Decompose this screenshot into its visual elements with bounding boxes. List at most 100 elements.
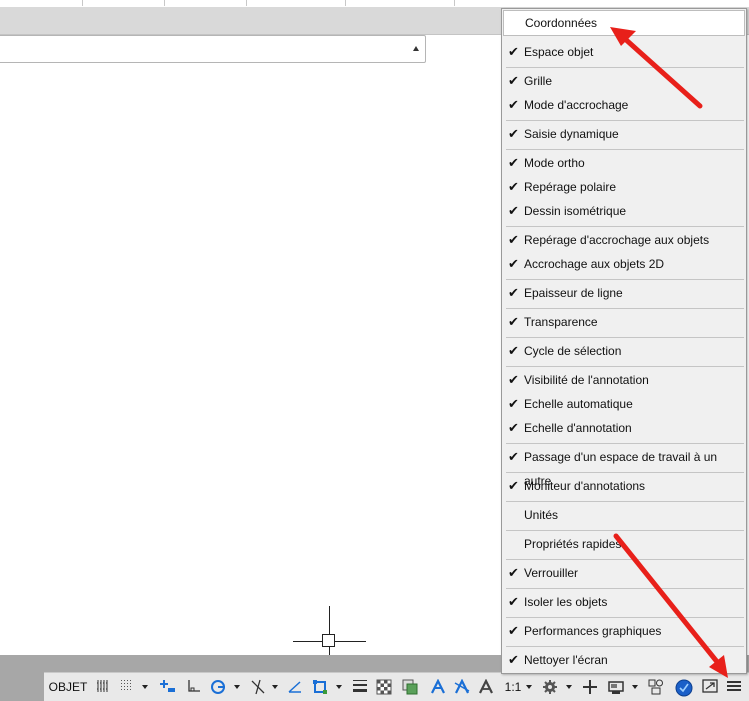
ortho-icon[interactable] bbox=[184, 677, 204, 697]
check-icon: ✔ bbox=[508, 232, 519, 247]
ruler-tick bbox=[454, 0, 455, 6]
chevron-down-icon[interactable] bbox=[272, 685, 278, 689]
check-icon: ✔ bbox=[508, 97, 519, 112]
infer-constraints-icon[interactable] bbox=[158, 677, 178, 697]
check-icon: ✔ bbox=[508, 449, 519, 464]
menu-separator bbox=[506, 67, 744, 68]
crosshair-vertical bbox=[329, 606, 330, 656]
menu-item-graphics-performance[interactable]: ✔ Performances graphiques bbox=[503, 619, 745, 643]
menu-item-label: Verrouiller bbox=[524, 566, 579, 580]
menu-separator bbox=[506, 501, 744, 502]
autoscale-icon[interactable] bbox=[452, 677, 472, 697]
menu-item-autoscale[interactable]: ✔ Echelle automatique bbox=[503, 392, 745, 416]
hardware-acceleration-icon[interactable] bbox=[674, 677, 694, 697]
menu-item-isometric-drafting[interactable]: ✔ Dessin isométrique bbox=[503, 199, 745, 223]
check-icon: ✔ bbox=[508, 623, 519, 638]
chevron-down-icon[interactable] bbox=[142, 685, 148, 689]
check-icon: ✔ bbox=[508, 155, 519, 170]
drawing-area[interactable] bbox=[0, 64, 500, 654]
annotation-visibility-icon[interactable] bbox=[428, 677, 448, 697]
menu-item-label: Isoler les objets bbox=[524, 595, 608, 609]
menu-separator bbox=[506, 472, 744, 473]
check-icon: ✔ bbox=[508, 594, 519, 609]
menu-item-label: Dessin isométrique bbox=[524, 204, 627, 218]
check-icon: ✔ bbox=[508, 396, 519, 411]
menu-item-dynamic-input[interactable]: ✔ Saisie dynamique bbox=[503, 122, 745, 146]
chevron-down-icon[interactable] bbox=[566, 685, 572, 689]
menu-item-label: Coordonnées bbox=[525, 16, 598, 30]
object-snap-tracking-icon[interactable] bbox=[286, 677, 306, 697]
annotation-scale-icon[interactable] bbox=[476, 677, 496, 697]
model-space-button[interactable]: OBJET bbox=[48, 677, 88, 697]
check-icon: ✔ bbox=[508, 420, 519, 435]
menu-item-label: Saisie dynamique bbox=[524, 127, 619, 141]
menu-separator bbox=[506, 443, 744, 444]
menu-item-label: Epaisseur de ligne bbox=[524, 286, 623, 300]
isolate-objects-icon[interactable] bbox=[646, 677, 666, 697]
check-icon: ✔ bbox=[508, 285, 519, 300]
object-snap-icon[interactable] bbox=[310, 677, 330, 697]
menu-item-annotation-scale[interactable]: ✔ Echelle d'annotation bbox=[503, 416, 745, 440]
menu-item-isolate-objects[interactable]: ✔ Isoler les objets bbox=[503, 590, 745, 614]
isodraft-icon[interactable] bbox=[248, 677, 268, 697]
menu-item-label: Visibilité de l'annotation bbox=[524, 373, 649, 387]
menu-item-grid[interactable]: ✔ Grille bbox=[503, 69, 745, 93]
menu-item-2d-object-snap[interactable]: ✔ Accrochage aux objets 2D bbox=[503, 252, 745, 276]
customization-menu-icon[interactable] bbox=[724, 677, 744, 697]
status-bar: OBJET 1:1 bbox=[44, 672, 749, 701]
chevron-down-icon[interactable] bbox=[526, 685, 532, 689]
menu-item-ortho-mode[interactable]: ✔ Mode ortho bbox=[503, 151, 745, 175]
menu-item-units[interactable]: Unités bbox=[503, 503, 745, 527]
chevron-down-icon[interactable] bbox=[234, 685, 240, 689]
menu-item-coordinates[interactable]: Coordonnées bbox=[503, 10, 745, 36]
units-icon[interactable] bbox=[606, 677, 626, 697]
menu-item-transparency[interactable]: ✔ Transparence bbox=[503, 310, 745, 334]
menu-item-object-snap-tracking[interactable]: ✔ Repérage d'accrochage aux objets bbox=[503, 228, 745, 252]
menu-item-label: Cycle de sélection bbox=[524, 344, 622, 358]
annotation-scale-value[interactable]: 1:1 bbox=[502, 677, 524, 697]
menu-item-label: Nettoyer l'écran bbox=[524, 653, 608, 667]
menu-item-lineweight[interactable]: ✔ Epaisseur de ligne bbox=[503, 281, 745, 305]
menu-item-model-space[interactable]: ✔ Espace objet bbox=[503, 40, 745, 64]
check-icon: ✔ bbox=[508, 372, 519, 387]
menu-item-annotation-monitor[interactable]: ✔ Moniteur d'annotations bbox=[503, 474, 745, 498]
layer-dropdown[interactable] bbox=[0, 35, 426, 63]
menu-item-label: Echelle automatique bbox=[524, 397, 633, 411]
menu-item-label: Espace objet bbox=[524, 45, 594, 59]
menu-item-annotation-visibility[interactable]: ✔ Visibilité de l'annotation bbox=[503, 368, 745, 392]
chevron-down-icon[interactable] bbox=[336, 685, 342, 689]
menu-item-selection-cycling[interactable]: ✔ Cycle de sélection bbox=[503, 339, 745, 363]
menu-item-quick-properties[interactable]: Propriétés rapides bbox=[503, 532, 745, 556]
check-icon: ✔ bbox=[508, 256, 519, 271]
annotation-monitor-icon[interactable] bbox=[580, 677, 600, 697]
menu-item-snap-mode[interactable]: ✔ Mode d'accrochage bbox=[503, 93, 745, 117]
check-icon: ✔ bbox=[508, 652, 519, 667]
check-icon: ✔ bbox=[508, 73, 519, 88]
menu-separator bbox=[506, 279, 744, 280]
menu-item-label: Transparence bbox=[524, 315, 598, 329]
workspace-gear-icon[interactable] bbox=[540, 677, 560, 697]
menu-item-label: Accrochage aux objets 2D bbox=[524, 257, 665, 271]
ruler-tick bbox=[246, 0, 247, 6]
menu-separator bbox=[506, 120, 744, 121]
selection-cycling-icon[interactable] bbox=[400, 677, 420, 697]
menu-item-polar-tracking[interactable]: ✔ Repérage polaire bbox=[503, 175, 745, 199]
grid-icon[interactable] bbox=[94, 677, 112, 697]
snap-icon[interactable] bbox=[118, 677, 136, 697]
chevron-up-icon[interactable] bbox=[413, 46, 419, 51]
menu-item-workspace-switching[interactable]: ✔ Passage d'un espace de travail à un au… bbox=[503, 445, 745, 488]
menu-separator bbox=[506, 226, 744, 227]
polar-tracking-icon[interactable] bbox=[208, 677, 228, 697]
check-icon: ✔ bbox=[508, 179, 519, 194]
lineweight-icon[interactable] bbox=[350, 677, 370, 697]
chevron-down-icon[interactable] bbox=[632, 685, 638, 689]
menu-separator bbox=[506, 366, 744, 367]
menu-item-clean-screen[interactable]: ✔ Nettoyer l'écran bbox=[503, 648, 745, 672]
menu-separator bbox=[506, 308, 744, 309]
check-icon: ✔ bbox=[508, 478, 519, 493]
clean-screen-icon[interactable] bbox=[700, 677, 720, 697]
menu-item-lock-ui[interactable]: ✔ Verrouiller bbox=[503, 561, 745, 585]
menu-separator bbox=[506, 559, 744, 560]
menu-item-label: Repérage polaire bbox=[524, 180, 617, 194]
transparency-icon[interactable] bbox=[374, 677, 394, 697]
